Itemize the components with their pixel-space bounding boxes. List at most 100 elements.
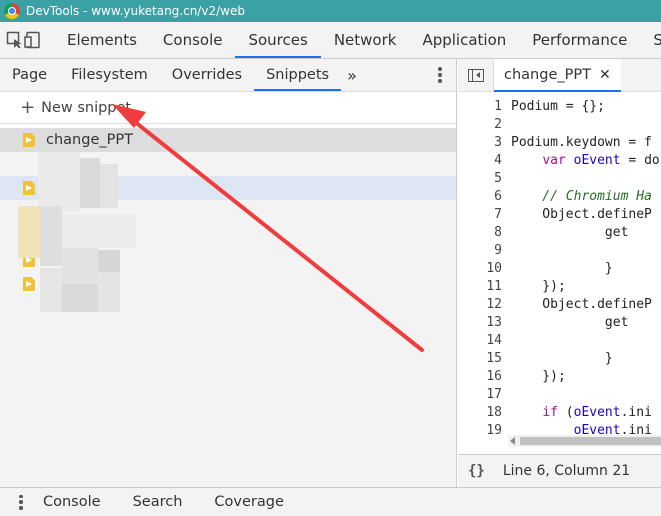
code-editor-panel: change_PPT ✕ 1 2 3 4 5 6 7 8 9 10 11 12 13 14 15 16 17 18…	[458, 59, 661, 487]
line-number[interactable]: 10	[458, 260, 502, 278]
redacted-region	[62, 214, 136, 248]
line-number[interactable]: 15	[458, 350, 502, 368]
devtools-main-toolbar: Elements Console Sources Network Applica…	[0, 22, 661, 59]
line-number[interactable]: 7	[458, 206, 502, 224]
code-line: Object.defineP	[511, 207, 652, 222]
close-icon[interactable]: ✕	[599, 67, 611, 83]
line-number[interactable]: 17	[458, 386, 502, 404]
tab-application[interactable]: Application	[409, 22, 519, 58]
line-number[interactable]: 19	[458, 422, 502, 438]
window-title: DevTools - www.yuketang.cn/v2/web	[26, 4, 245, 18]
tab-label: Elements	[67, 31, 137, 49]
more-tabs-chevron-icon[interactable]: »	[341, 59, 360, 91]
window-title-bar: DevTools - www.yuketang.cn/v2/web	[0, 0, 661, 22]
redacted-region	[38, 152, 80, 212]
snippets-list: change_PPT	[0, 128, 456, 490]
drawer-tab-coverage[interactable]: Coverage	[214, 494, 283, 510]
navigator-tabs: Page Filesystem Overrides Snippets »	[0, 59, 456, 92]
code-line: Podium = {};	[511, 99, 605, 114]
code-line: var oEvent = do	[542, 153, 660, 168]
drawer-tab-console[interactable]: Console	[43, 494, 101, 510]
tab-page[interactable]: Page	[0, 59, 59, 91]
redacted-region	[18, 206, 40, 258]
tab-label: Snippets	[266, 67, 330, 83]
line-number[interactable]: 4	[458, 152, 502, 170]
tab-label: Filesystem	[71, 67, 148, 83]
code-line: Podium.keydown = f	[511, 135, 652, 150]
pretty-print-braces-icon[interactable]: {}	[468, 463, 485, 479]
line-number[interactable]: 6	[458, 188, 502, 206]
drawer-tab-search[interactable]: Search	[133, 494, 183, 510]
line-number[interactable]: 9	[458, 242, 502, 260]
tab-performance[interactable]: Performance	[519, 22, 640, 58]
editor-tab-change-ppt[interactable]: change_PPT ✕	[494, 59, 621, 92]
cursor-position: Line 6, Column 21	[502, 463, 631, 479]
tab-overrides[interactable]: Overrides	[160, 59, 254, 91]
line-number[interactable]: 13	[458, 314, 502, 332]
snippet-file-icon	[23, 133, 35, 147]
line-number[interactable]: 16	[458, 368, 502, 386]
code-line: });	[511, 369, 566, 384]
line-number[interactable]: 14	[458, 332, 502, 350]
line-number[interactable]: 8	[458, 224, 502, 242]
tab-label: Overrides	[171, 67, 243, 83]
tab-filesystem[interactable]: Filesystem	[59, 59, 160, 91]
editor-tab-label: change_PPT	[504, 67, 591, 83]
tab-console[interactable]: Console	[150, 22, 236, 58]
tab-elements[interactable]: Elements	[54, 22, 150, 58]
code-line: }	[511, 351, 613, 366]
tab-label: Application	[422, 31, 507, 49]
editor-tabs: change_PPT ✕	[458, 59, 661, 92]
device-toggle-icon[interactable]	[24, 22, 42, 58]
scroll-left-icon[interactable]	[510, 437, 515, 445]
code-lines[interactable]: Podium = {}; Podium.keydown = f var oEve…	[511, 98, 660, 438]
drawer-menu-kebab-icon[interactable]	[19, 494, 23, 510]
code-line: if (oEvent.ini	[542, 405, 652, 420]
tab-snippets[interactable]: Snippets	[254, 59, 342, 91]
redacted-region	[62, 284, 98, 312]
navigator-menu-kebab-icon[interactable]	[438, 67, 442, 83]
plus-icon: +	[20, 97, 36, 118]
horizontal-scrollbar[interactable]	[508, 435, 661, 447]
snippet-name: change_PPT	[46, 132, 133, 148]
line-number[interactable]: 11	[458, 278, 502, 296]
editor-status-bar: {} Line 6, Column 21	[458, 454, 661, 487]
tab-label: Sources	[248, 31, 308, 49]
line-number[interactable]: 2	[458, 116, 502, 134]
line-number[interactable]: 18	[458, 404, 502, 422]
line-number-gutter: 1234567891011121314151617181920	[458, 98, 502, 438]
inspect-cursor-icon[interactable]	[6, 22, 24, 58]
snippet-file-icon	[23, 277, 35, 291]
tab-sources[interactable]: Sources	[235, 22, 322, 58]
tab-label: S	[653, 31, 661, 49]
line-number[interactable]: 3	[458, 134, 502, 152]
line-number[interactable]: 5	[458, 170, 502, 188]
redacted-region	[98, 272, 120, 312]
tab-security-truncated[interactable]: S	[640, 22, 661, 58]
code-area[interactable]: 1234567891011121314151617181920 Podium =…	[458, 92, 661, 438]
snippet-file-icon	[23, 181, 35, 195]
more-tabs-label: »	[347, 65, 357, 85]
redacted-region	[40, 206, 62, 266]
line-number[interactable]: 12	[458, 296, 502, 314]
tab-network[interactable]: Network	[321, 22, 410, 58]
toggle-navigator-icon[interactable]	[458, 59, 494, 91]
scrollbar-thumb[interactable]	[520, 437, 661, 445]
code-line: // Chromium Ha	[511, 189, 652, 204]
chrome-logo-icon	[4, 3, 20, 19]
line-number[interactable]: 1	[458, 98, 502, 116]
new-snippet-label: New snippet	[41, 99, 132, 116]
tab-label: Performance	[532, 31, 628, 49]
redacted-region	[80, 158, 100, 208]
tab-label: Console	[162, 31, 223, 49]
snippet-item-change-ppt[interactable]: change_PPT	[0, 128, 456, 152]
drawer-toolbar: Console Search Coverage	[0, 487, 661, 516]
code-line: get	[511, 225, 629, 240]
new-snippet-button[interactable]: + New snippet	[0, 92, 456, 124]
sources-navigator: Page Filesystem Overrides Snippets » + N…	[0, 59, 457, 490]
code-line: get	[511, 315, 629, 330]
